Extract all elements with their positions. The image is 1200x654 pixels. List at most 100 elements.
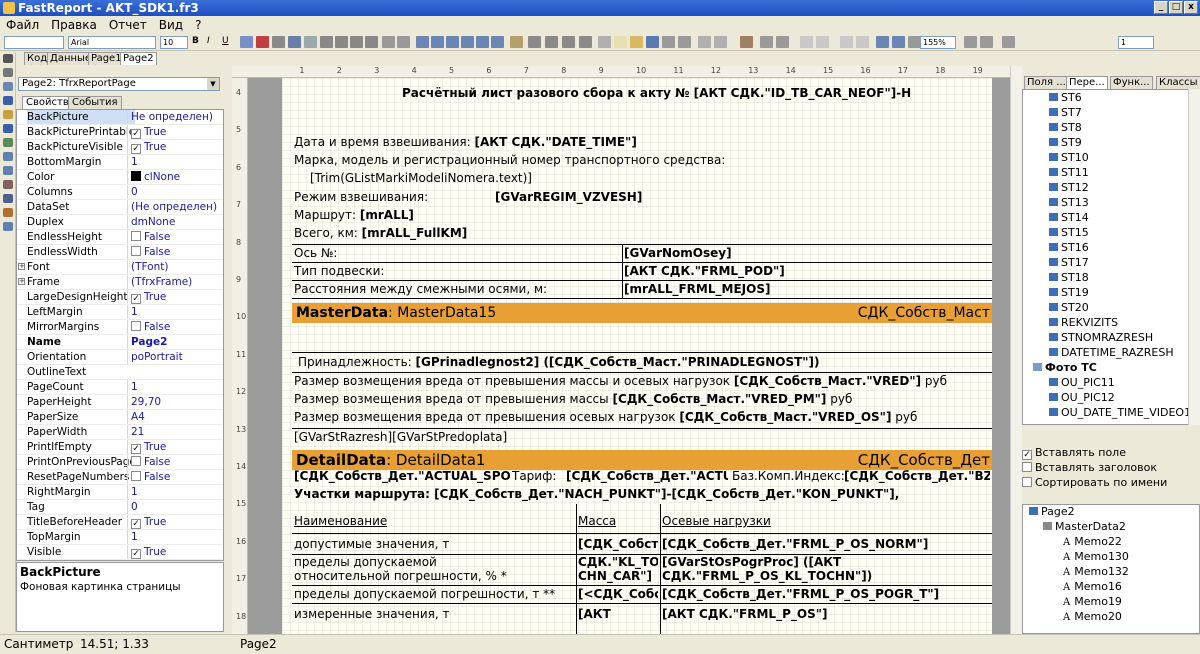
property-value[interactable]: 1 — [127, 530, 223, 544]
line-tool-icon[interactable] — [3, 166, 13, 175]
property-row[interactable]: Name Page2 — [17, 335, 223, 350]
property-value[interactable]: False — [127, 455, 223, 469]
property-row[interactable]: Columns 0 — [17, 185, 223, 200]
property-value[interactable]: False — [127, 245, 223, 259]
frame-left-icon[interactable] — [446, 36, 459, 48]
property-row[interactable]: EndlessWidth False — [17, 245, 223, 260]
field-item[interactable]: REKVIZITS — [1049, 316, 1118, 330]
minimize-button[interactable]: _ — [1154, 1, 1168, 14]
property-row[interactable]: TopMargin 1 — [17, 530, 223, 545]
field-item[interactable]: ST19 — [1049, 286, 1089, 300]
expand-icon[interactable]: + — [18, 263, 25, 270]
property-value[interactable]: 0 — [127, 500, 223, 514]
paste-icon[interactable] — [714, 36, 727, 48]
page-number-combo[interactable]: 1 — [1118, 36, 1154, 49]
tree-item-memo[interactable]: A Memo16 — [1063, 580, 1122, 595]
tree-item-memo[interactable]: A Memo132 — [1063, 565, 1129, 580]
property-value[interactable]: poPortrait — [127, 350, 223, 364]
align-right-icon[interactable] — [350, 36, 363, 48]
damage-mass-row[interactable]: Размер возмещения вреда от превышения ма… — [294, 391, 852, 408]
align-center-icon[interactable] — [335, 36, 348, 48]
property-value[interactable]: ✓ True — [127, 140, 223, 154]
measured-label[interactable]: измеренные значения, т — [294, 606, 450, 623]
total-label[interactable]: Всего, км: [mrALL_FullKM] — [294, 225, 467, 242]
axis-distance-label[interactable]: Расстояния между смежными осями, м: — [294, 281, 547, 298]
property-row[interactable]: DataSet (Не определен) — [17, 200, 223, 215]
band-tool-icon[interactable] — [3, 110, 13, 119]
frame-right-icon[interactable] — [461, 36, 474, 48]
picture-tool-icon[interactable] — [3, 138, 13, 147]
rotate-icon[interactable] — [288, 36, 301, 48]
field-item[interactable]: ST17 — [1049, 256, 1089, 270]
zoom-in-icon[interactable] — [964, 36, 977, 48]
property-row[interactable]: Orientation poPortrait — [17, 350, 223, 365]
checkbox[interactable]: ✓ — [131, 294, 141, 304]
property-value[interactable]: ✓ True — [127, 545, 223, 559]
property-value[interactable]: dmNone — [127, 215, 223, 229]
open-icon[interactable] — [630, 36, 643, 48]
frame-bottom-icon[interactable] — [431, 36, 444, 48]
property-row[interactable]: ResetPageNumbers False — [17, 470, 223, 485]
zoom-out-icon[interactable] — [980, 36, 993, 48]
property-value[interactable]: Не определен) — [127, 110, 223, 124]
property-value[interactable]: False — [127, 470, 223, 484]
property-value[interactable]: 1 — [127, 485, 223, 499]
allowed-mass-field[interactable]: [СДК_Собст — [578, 536, 658, 553]
tab-variables[interactable]: Пере... — [1066, 76, 1108, 89]
menu-file[interactable]: Файл — [0, 16, 45, 34]
underline-button[interactable]: U — [222, 36, 235, 48]
route-sections-field[interactable]: Участки маршрута: [СДК_Собств_Дет."NACH_… — [294, 486, 899, 503]
tree-item-memo[interactable]: A Memo20 — [1063, 610, 1122, 625]
bring-front-icon[interactable] — [840, 36, 853, 48]
checkbox[interactable]: ✓ — [131, 549, 141, 559]
abs-error-axle-field[interactable]: [СДК_Собств_Дет."FRML_P_OS_POGR_T"] — [662, 586, 939, 603]
frame-width-icon[interactable] — [579, 36, 592, 48]
tab-events[interactable]: События — [68, 96, 122, 109]
axis-label[interactable]: Ось №: — [294, 245, 337, 262]
checkbox[interactable] — [131, 231, 141, 241]
measured-mass-field[interactable]: [АКТ — [578, 606, 658, 623]
frame-color-icon[interactable] — [545, 36, 558, 48]
property-row[interactable]: LeftMargin 1 — [17, 305, 223, 320]
checkbox[interactable]: ✓ — [131, 519, 141, 529]
col-name-header[interactable]: Наименование — [294, 513, 387, 530]
function-icon[interactable] — [740, 36, 753, 48]
align-left-icon[interactable] — [320, 36, 333, 48]
menu-help[interactable]: ? — [189, 16, 207, 34]
axis-field[interactable]: [GVarNomOsey] — [624, 245, 732, 262]
mode-label[interactable]: Режим взвешивания: — [294, 189, 428, 206]
property-row[interactable]: Duplex dmNone — [17, 215, 223, 230]
property-value[interactable]: (TFont) — [127, 260, 223, 274]
property-row[interactable]: PrintIfEmpty ✓ True — [17, 440, 223, 455]
field-item[interactable]: ST6 — [1049, 91, 1082, 105]
tree-scrollbar[interactable] — [1188, 89, 1200, 425]
tree-item-root[interactable]: Page2 — [1029, 505, 1075, 519]
checkbox[interactable]: ✓ — [1022, 450, 1032, 460]
property-value[interactable]: ✓ True — [127, 515, 223, 529]
align-justify-icon[interactable] — [365, 36, 378, 48]
property-value[interactable]: ✓ True — [127, 125, 223, 139]
axis-distance-field[interactable]: [mrALL_FRML_MEJOS] — [624, 281, 770, 298]
expand-icon[interactable]: + — [18, 278, 25, 285]
field-item[interactable]: ST14 — [1049, 211, 1089, 225]
property-row[interactable]: PaperHeight 29,70 — [17, 395, 223, 410]
text-tool-icon[interactable] — [3, 96, 13, 105]
font-color-icon[interactable] — [256, 36, 269, 48]
frame-none-icon[interactable] — [491, 36, 504, 48]
abs-error-mass-field[interactable]: [<СДК_Собс — [578, 586, 658, 603]
property-row[interactable]: PaperWidth 21 — [17, 425, 223, 440]
field-item[interactable]: ST9 — [1049, 136, 1082, 150]
checkbox[interactable] — [131, 321, 141, 331]
field-item[interactable]: ST20 — [1049, 301, 1089, 315]
object-selector[interactable]: Page2: TfrxReportPage ▼ — [18, 77, 220, 91]
field-item[interactable]: ST15 — [1049, 226, 1089, 240]
option-checkbox[interactable]: Сортировать по имени — [1022, 476, 1167, 490]
menu-view[interactable]: Вид — [153, 16, 189, 34]
vertical-scrollbar[interactable] — [1010, 66, 1022, 634]
font-size-combo[interactable]: 10 — [160, 36, 188, 49]
detail-data-band[interactable]: DetailData: DetailData1 СДК_Собств_Дет — [292, 450, 992, 470]
snap-grid-icon[interactable] — [892, 36, 905, 48]
property-value[interactable]: clNone — [127, 170, 223, 184]
tariff-field[interactable]: [СДК_Собств_Дет."ACTU — [566, 468, 728, 485]
property-value[interactable]: 0 — [127, 185, 223, 199]
